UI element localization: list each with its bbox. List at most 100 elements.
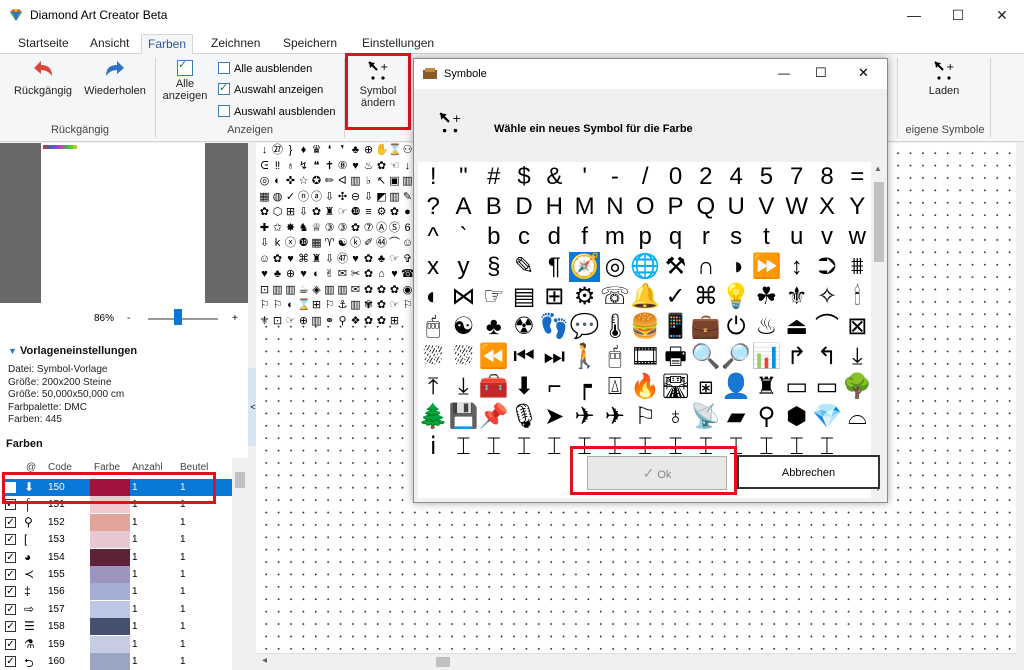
palette-symbol[interactable]: ⌛ xyxy=(297,298,311,314)
palette-symbol[interactable]: ❿ xyxy=(349,205,362,221)
palette-symbol[interactable]: ♣ xyxy=(375,252,388,268)
symbol-cell[interactable]: 🌳 xyxy=(842,372,872,402)
palette-symbol[interactable]: Ⓐ xyxy=(375,221,388,237)
palette-symbol[interactable]: ❝ xyxy=(310,159,323,175)
palette-symbol[interactable]: ⊖ xyxy=(349,190,362,206)
palette-symbol[interactable]: ᐊ xyxy=(336,174,349,190)
palette-symbol[interactable]: ≡ xyxy=(362,205,375,221)
symbol-cell[interactable]: ' xyxy=(569,162,599,192)
symbol-cell[interactable]: q xyxy=(660,222,690,252)
symbol-grid-scroll-thumb[interactable] xyxy=(874,182,884,262)
palette-symbol[interactable]: ▥ xyxy=(271,283,284,299)
hide-selection-option[interactable]: Auswahl ausblenden xyxy=(218,105,336,118)
symbol-cell[interactable]: Y xyxy=(842,192,872,222)
symbol-cell[interactable]: 🖶 xyxy=(660,342,690,372)
symbol-cell[interactable]: 7 xyxy=(782,162,812,192)
palette-symbol[interactable]: ⇩ xyxy=(362,190,375,206)
symbol-cell[interactable]: 📱 xyxy=(660,312,691,342)
show-all-button[interactable]: Alle anzeigen xyxy=(160,58,210,102)
cancel-button[interactable]: Abbrechen xyxy=(737,455,880,489)
canvas-horizontal-scrollbar[interactable]: ◂ xyxy=(256,653,1016,670)
symbol-cell[interactable]: ⊠ xyxy=(842,312,872,342)
palette-symbol[interactable]: ✿ xyxy=(271,252,284,268)
palette-symbol[interactable]: ✣ xyxy=(336,190,349,206)
symbol-cell[interactable]: ⊞ xyxy=(539,282,569,312)
palette-symbol[interactable]: ‼ xyxy=(271,159,284,175)
palette-symbol[interactable]: ◩ xyxy=(375,190,388,206)
symbol-cell[interactable]: 🚶 xyxy=(569,342,600,372)
symbol-cell[interactable]: y xyxy=(448,252,478,282)
symbol-cell[interactable]: ⌶ xyxy=(509,432,539,462)
symbol-cell[interactable]: ⧆ xyxy=(691,372,721,402)
tab-farben[interactable]: Farben xyxy=(141,34,194,55)
palette-symbol[interactable]: ♥ xyxy=(349,252,362,268)
symbol-cell[interactable]: 🌐 xyxy=(630,252,660,282)
dialog-close-button[interactable]: ✕ xyxy=(858,65,869,81)
symbol-cell[interactable]: $ xyxy=(509,162,539,192)
symbol-cell[interactable]: ⚐ xyxy=(630,402,660,432)
symbol-cell[interactable]: ▰ xyxy=(721,402,751,432)
palette-symbol[interactable]: ▥ xyxy=(310,314,323,330)
palette-symbol[interactable]: ♥ xyxy=(284,252,297,268)
palette-symbol[interactable]: ◍ xyxy=(271,190,284,206)
palette-symbol[interactable]: ⓧ xyxy=(284,236,297,252)
symbol-cell[interactable]: w xyxy=(842,222,872,252)
symbol-cell[interactable]: u xyxy=(782,222,812,252)
symbol-cell[interactable]: 4 xyxy=(721,162,751,192)
palette-symbol[interactable]: ♜ xyxy=(323,205,336,221)
symbol-cell[interactable]: ⩩ xyxy=(842,252,872,282)
symbol-cell[interactable]: 🧰 xyxy=(479,372,509,402)
palette-symbol[interactable]: ♈ xyxy=(323,236,336,252)
symbol-cell[interactable]: ♨ xyxy=(751,312,781,342)
symbol-cell[interactable]: ☢ xyxy=(509,312,539,342)
symbol-cell[interactable]: = xyxy=(842,162,872,192)
symbol-cell[interactable]: ⌓ xyxy=(842,402,872,432)
symbol-cell[interactable]: 🖰 xyxy=(600,342,630,372)
row-checkbox[interactable]: ✓ xyxy=(5,656,16,667)
palette-symbol[interactable]: ✿ xyxy=(375,283,388,299)
symbol-cell[interactable]: A xyxy=(448,192,478,222)
symbol-cell[interactable]: ☘ xyxy=(751,282,781,312)
palette-symbol[interactable]: ♣ xyxy=(349,143,362,159)
palette-symbol[interactable]: ✪ xyxy=(310,174,323,190)
symbol-cell[interactable]: 🔎 xyxy=(721,342,751,372)
symbol-cell[interactable]: ▭ xyxy=(812,372,842,402)
symbol-cell[interactable]: 🔔 xyxy=(630,282,660,312)
symbol-cell[interactable]: 🔥 xyxy=(630,372,660,402)
symbol-cell[interactable]: ⏻ xyxy=(721,312,751,342)
color-table-scroll-thumb[interactable] xyxy=(235,472,245,488)
symbol-cell[interactable]: 🌲 xyxy=(418,402,448,432)
symbol-cell[interactable]: d xyxy=(539,222,569,252)
palette-symbol[interactable]: ᕮ xyxy=(258,159,271,175)
palette-symbol[interactable]: ✿ xyxy=(362,283,375,299)
palette-symbol[interactable]: ▥ xyxy=(349,174,362,190)
tab-zeichnen[interactable]: Zeichnen xyxy=(205,34,266,54)
symbol-cell[interactable]: B xyxy=(479,192,509,222)
symbol-cell[interactable]: ⚒ xyxy=(660,252,690,282)
palette-symbol[interactable]: ⚙ xyxy=(375,205,388,221)
canvas-scroll-thumb[interactable] xyxy=(436,657,450,667)
palette-symbol[interactable]: ❜ xyxy=(336,143,349,159)
palette-symbol[interactable]: ⌂ xyxy=(375,267,388,283)
symbol-cell[interactable]: ▭ xyxy=(782,372,812,402)
symbol-cell[interactable]: 💬 xyxy=(569,312,600,342)
palette-symbol[interactable]: ⊡ xyxy=(271,314,284,330)
symbol-cell[interactable]: 💡 xyxy=(721,282,751,312)
palette-symbol[interactable]: ⌘ xyxy=(297,252,310,268)
symbol-cell[interactable]: ⚲ xyxy=(751,402,781,432)
palette-symbol[interactable]: ♨ xyxy=(362,159,375,175)
palette-symbol[interactable]: ⇩ xyxy=(297,205,310,221)
palette-symbol[interactable]: ✿ xyxy=(388,205,401,221)
symbol-cell[interactable]: ◐ xyxy=(418,282,448,312)
palette-symbol[interactable]: ✾ xyxy=(362,298,375,314)
palette-symbol[interactable]: ⊕ xyxy=(284,267,297,283)
palette-symbol[interactable]: ♥ xyxy=(388,267,401,283)
symbol-cell[interactable]: U xyxy=(721,192,751,222)
color-table-scrollbar[interactable] xyxy=(232,458,248,670)
tab-speichern[interactable]: Speichern xyxy=(277,34,343,54)
symbol-cell[interactable]: ☯ xyxy=(448,312,478,342)
symbol-cell[interactable]: s xyxy=(721,222,751,252)
symbol-cell[interactable]: ⏏ xyxy=(782,312,812,342)
palette-symbol[interactable]: ⊕ xyxy=(362,143,375,159)
row-checkbox[interactable]: ✓ xyxy=(5,586,16,598)
